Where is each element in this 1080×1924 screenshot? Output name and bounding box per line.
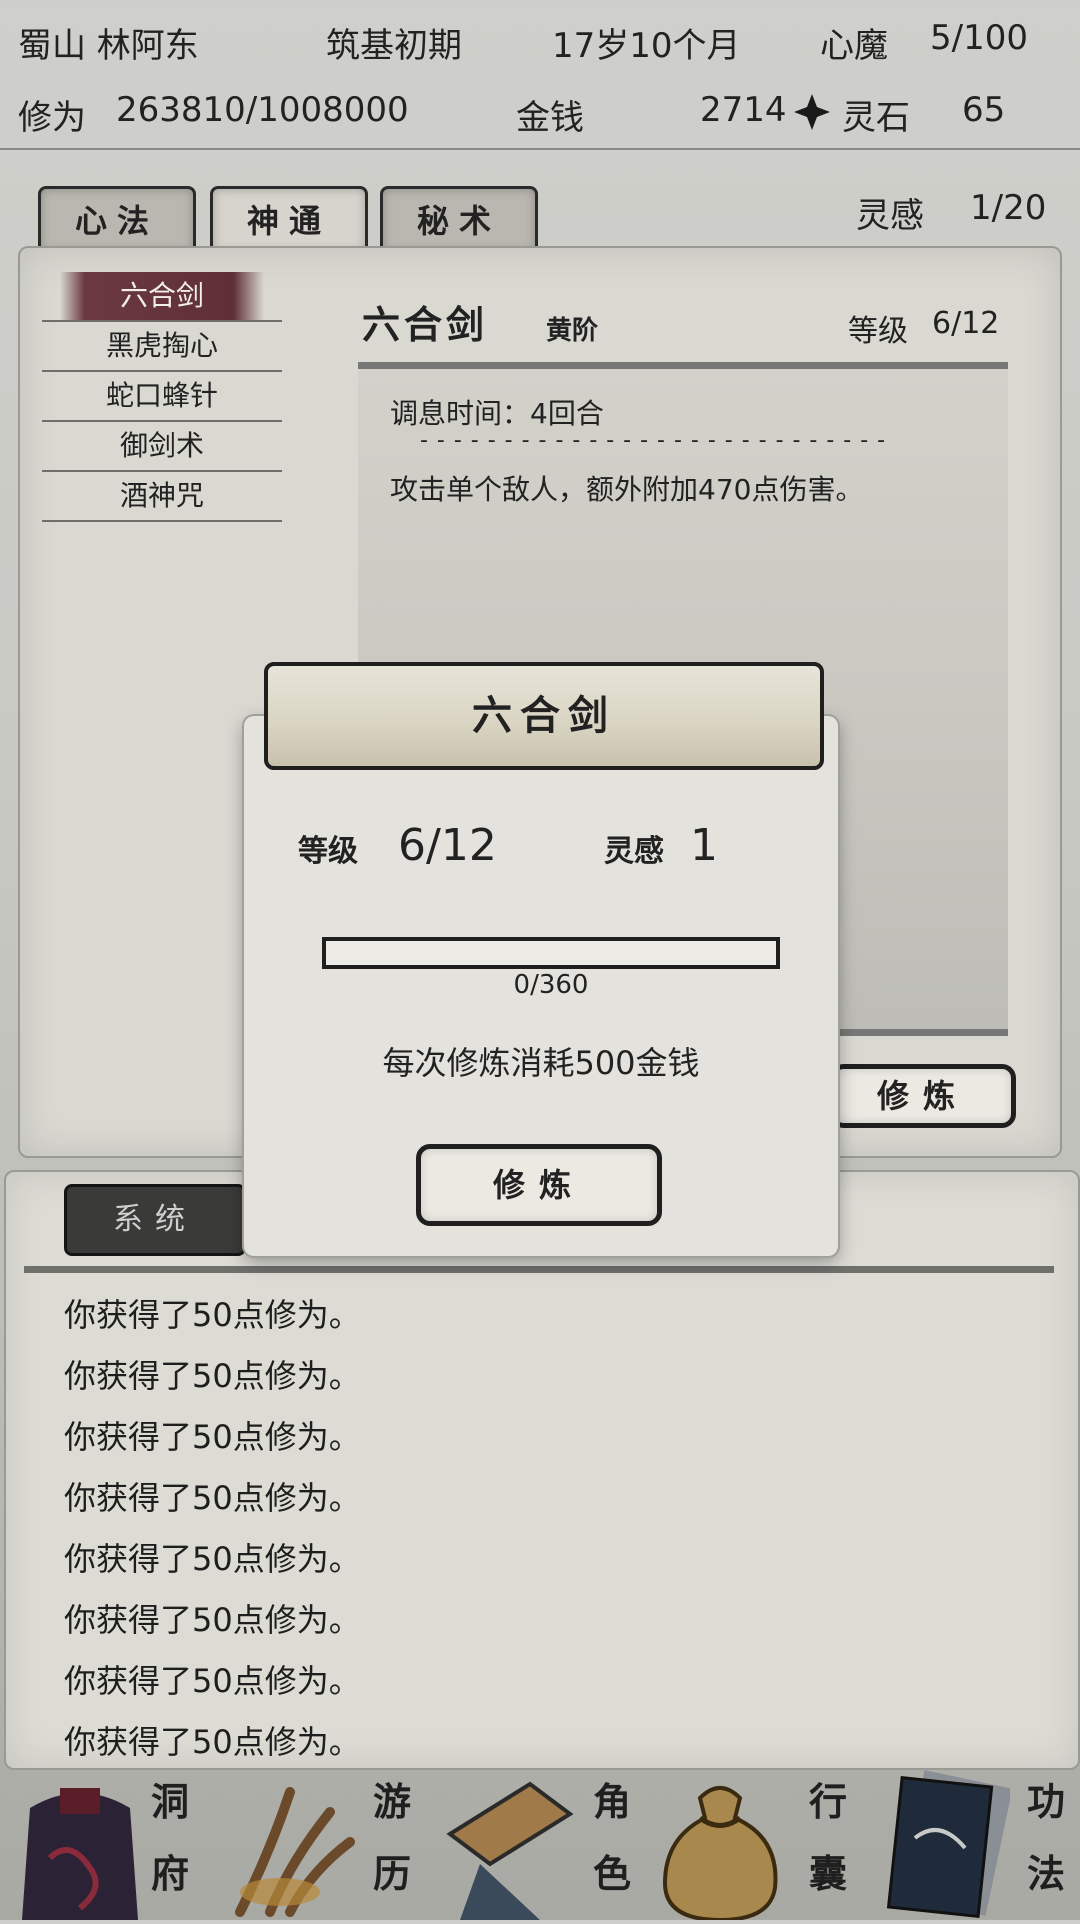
dialog-inspiration-label: 灵感	[604, 834, 664, 869]
skill-item-shekoufengzhen[interactable]: 蛇口蜂针	[42, 372, 282, 422]
nav-label: 法	[1026, 1851, 1065, 1896]
skill-item-label: 六合剑	[59, 272, 264, 320]
train-button[interactable]: 修炼	[416, 1144, 662, 1226]
dialog-title: 六合剑	[264, 662, 824, 770]
progress-text: 0/360	[513, 970, 589, 1000]
demon-label: 心魔	[820, 26, 888, 66]
nav-label: 囊	[808, 1851, 847, 1896]
dialog-level-label: 等级	[298, 834, 358, 869]
spirit-stone-icon	[792, 92, 832, 132]
log-line: 你获得了50点修为。	[64, 1601, 361, 1639]
log-line: 你获得了50点修为。	[64, 1662, 361, 1700]
money-label: 金钱	[516, 98, 584, 138]
nav-label: 角	[592, 1779, 631, 1824]
skill-title: 六合剑	[362, 302, 489, 347]
nav-label: 游	[372, 1779, 411, 1824]
skill-item-heihutaoxin[interactable]: 黑虎掏心	[42, 322, 282, 372]
technique-book-icon[interactable]	[880, 1768, 1013, 1924]
cultivation-value: 263810/1008000	[116, 90, 409, 130]
inspiration-value: 1/20	[970, 188, 1047, 228]
character-icon[interactable]	[440, 1774, 580, 1924]
dashed-divider: - - - - - - - - - - - - - - - - - - - - …	[420, 428, 887, 453]
tab-mishu[interactable]: 秘术	[380, 186, 538, 251]
skill-grade: 黄阶	[546, 316, 599, 346]
inspiration-label: 灵感	[856, 196, 924, 236]
log-line: 你获得了50点修为。	[64, 1723, 361, 1761]
skill-description: 攻击单个敌人，额外附加470点伤害。	[390, 473, 864, 506]
cooldown-text: 调息时间：4回合	[390, 397, 604, 430]
cave-dwelling-icon[interactable]	[20, 1778, 140, 1924]
money-value: 2714	[700, 90, 787, 130]
skill-item-liuhejian[interactable]: 六合剑	[42, 272, 282, 322]
train-button-main[interactable]: 修炼	[830, 1064, 1016, 1128]
log-line: 你获得了50点修为。	[64, 1296, 361, 1334]
spirit-stone-label: 灵石	[842, 98, 910, 138]
log-line: 你获得了50点修为。	[64, 1357, 361, 1395]
tab-xinfa[interactable]: 心法	[38, 186, 196, 251]
bottom-nav: 洞 府 游 历 角 色 行 囊 功 法	[0, 1768, 1080, 1923]
realm-label: 筑基初期	[326, 26, 462, 66]
log-line: 你获得了50点修为。	[64, 1479, 361, 1517]
age-label: 17岁10个月	[552, 26, 741, 66]
skill-level-value: 6/12	[932, 306, 1000, 341]
cultivation-label: 修为	[18, 98, 86, 138]
travel-icon[interactable]	[220, 1782, 360, 1924]
skill-level-label: 等级	[848, 314, 908, 349]
cost-text: 每次修炼消耗500金钱	[382, 1044, 700, 1082]
tab-system[interactable]: 系统	[64, 1184, 246, 1256]
nav-label: 功	[1026, 1779, 1065, 1824]
skill-item-yujianshu[interactable]: 御剑术	[42, 422, 282, 472]
log-line: 你获得了50点修为。	[64, 1540, 361, 1578]
divider	[24, 1266, 1054, 1273]
character-name: 蜀山 林阿东	[18, 26, 199, 66]
nav-label: 府	[150, 1851, 189, 1896]
nav-label: 行	[808, 1779, 847, 1824]
demon-value: 5/100	[930, 18, 1028, 58]
spirit-stone-value: 65	[962, 90, 1006, 130]
nav-label: 色	[592, 1851, 631, 1896]
bag-icon[interactable]	[650, 1778, 790, 1924]
skill-item-jiushenzhou[interactable]: 酒神咒	[42, 472, 282, 522]
dialog-level-value: 6/12	[398, 820, 497, 871]
tab-shentong[interactable]: 神通	[210, 186, 368, 251]
nav-label: 洞	[150, 1779, 189, 1824]
nav-label: 历	[372, 1851, 411, 1896]
training-progress-bar	[322, 937, 780, 969]
log-line: 你获得了50点修为。	[64, 1418, 361, 1456]
dialog-inspiration-value: 1	[690, 820, 718, 871]
divider	[0, 148, 1080, 150]
